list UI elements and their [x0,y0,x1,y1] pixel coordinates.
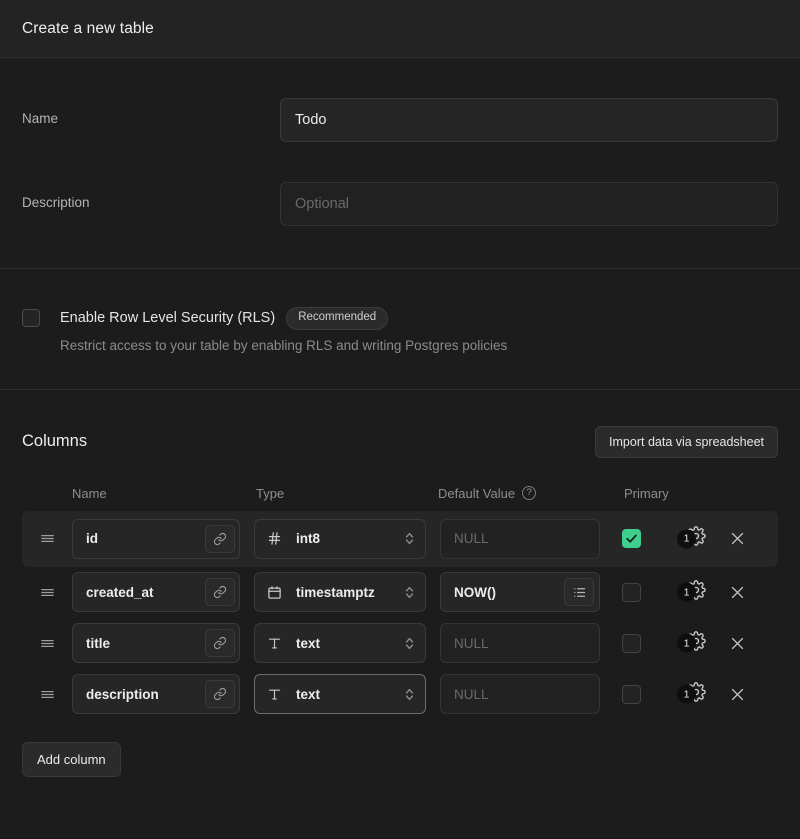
column-type-value: timestamptz [296,584,375,600]
rls-description: Restrict access to your table by enablin… [60,337,508,353]
columns-section: Columns Import data via spreadsheet Name… [0,389,800,777]
column-type-select[interactable]: text [254,674,426,714]
table-row: description text NULL 1 [22,669,778,720]
column-primary-cell [600,684,686,704]
drag-handle-icon[interactable] [22,584,72,601]
column-default-value-field[interactable]: NOW() [440,572,600,612]
row-actions: 1 [677,526,778,551]
column-type-value: int8 [296,531,321,546]
column-primary-cell [600,582,686,602]
column-default-value: NULL [454,635,489,651]
header-name: Name [72,485,107,501]
column-default-value: NULL [454,686,489,702]
remove-column-button[interactable] [726,683,748,705]
column-name-value: id [86,531,98,546]
rls-label: Enable Row Level Security (RLS) [60,310,276,327]
column-default-value: NOW() [454,584,496,600]
remove-column-button[interactable] [726,528,748,550]
column-name-field[interactable]: id [72,518,240,559]
column-settings-button[interactable]: 1 [677,579,706,605]
column-default-value-field[interactable]: NULL [440,518,600,559]
column-type-select[interactable]: text [254,623,426,663]
column-settings-button[interactable]: 1 [677,630,706,656]
table-row: title text NULL 1 [22,618,778,669]
calendar-icon [267,585,287,600]
dialog-header: Create a new table [0,0,800,58]
row-actions: 1 [677,630,778,656]
drag-handle-icon[interactable] [22,686,72,703]
chevron-updown-icon [404,585,416,600]
chevron-updown-icon [404,687,416,702]
column-type-value: text [296,686,321,702]
text-icon [267,687,287,702]
column-name-value: title [86,635,111,651]
add-column-button[interactable]: Add column [22,741,121,777]
rls-section: Enable Row Level Security (RLS) Recommen… [0,269,800,389]
field-row-name: Name [22,98,778,142]
primary-key-checkbox[interactable] [622,529,641,548]
column-primary-cell [600,633,686,653]
chevron-updown-icon [404,636,416,651]
drag-handle-icon[interactable] [22,635,72,652]
column-type-select[interactable]: int8 [254,518,426,559]
header-default-value: Default Value [438,485,516,501]
remove-column-button[interactable] [726,581,748,603]
column-default-value: NULL [454,531,489,546]
hash-icon [267,531,287,546]
drag-handle-icon[interactable] [22,530,72,547]
remove-column-button[interactable] [726,632,748,654]
row-actions: 1 [677,579,778,605]
settings-count-badge: 1 [677,582,696,602]
table-row: created_at timestamptz NOW() 1 [22,567,778,618]
columns-rows-list: id int8 NULL 1 created_at timestamptz NO… [22,510,778,720]
column-name-value: created_at [86,584,154,600]
recommended-badge: Recommended [286,307,389,330]
help-circle-icon[interactable]: ? [522,486,537,500]
column-name-field[interactable]: description [72,674,240,714]
link-icon[interactable] [205,524,235,553]
primary-key-checkbox[interactable] [622,582,641,602]
page-title: Create a new table [22,19,154,37]
primary-key-checkbox[interactable] [622,684,641,704]
column-name-field[interactable]: created_at [72,572,240,612]
table-row: id int8 NULL 1 [22,510,778,567]
chevron-updown-icon [404,531,416,546]
column-primary-cell [600,529,686,548]
link-icon[interactable] [205,680,235,708]
settings-count-badge: 1 [677,684,696,704]
table-name-input[interactable] [280,98,778,142]
settings-count-badge: 1 [677,633,696,653]
row-actions: 1 [677,681,778,707]
import-spreadsheet-button[interactable]: Import data via spreadsheet [595,425,778,458]
link-icon[interactable] [205,578,235,606]
table-description-input[interactable] [280,182,778,226]
column-type-value: text [296,635,321,651]
table-details-section: Name Description [0,58,800,268]
description-label: Description [22,195,90,210]
header-primary: Primary [624,485,669,501]
rls-checkbox[interactable] [22,309,40,327]
column-default-value-field[interactable]: NULL [440,623,600,663]
column-type-select[interactable]: timestamptz [254,572,426,612]
field-row-description: Description [22,182,778,226]
text-icon [267,636,287,651]
column-name-field[interactable]: title [72,623,240,663]
list-icon[interactable] [564,578,594,606]
column-settings-button[interactable]: 1 [677,681,706,707]
columns-title: Columns [22,432,88,450]
link-icon[interactable] [205,629,235,657]
columns-table-headers: Name Type Default Value ? Primary [22,458,778,501]
primary-key-checkbox[interactable] [622,633,641,653]
column-default-value-field[interactable]: NULL [440,674,600,714]
name-label: Name [22,111,59,126]
header-type: Type [256,485,285,501]
column-name-value: description [86,686,159,702]
settings-count-badge: 1 [677,529,696,548]
column-settings-button[interactable]: 1 [677,526,706,551]
